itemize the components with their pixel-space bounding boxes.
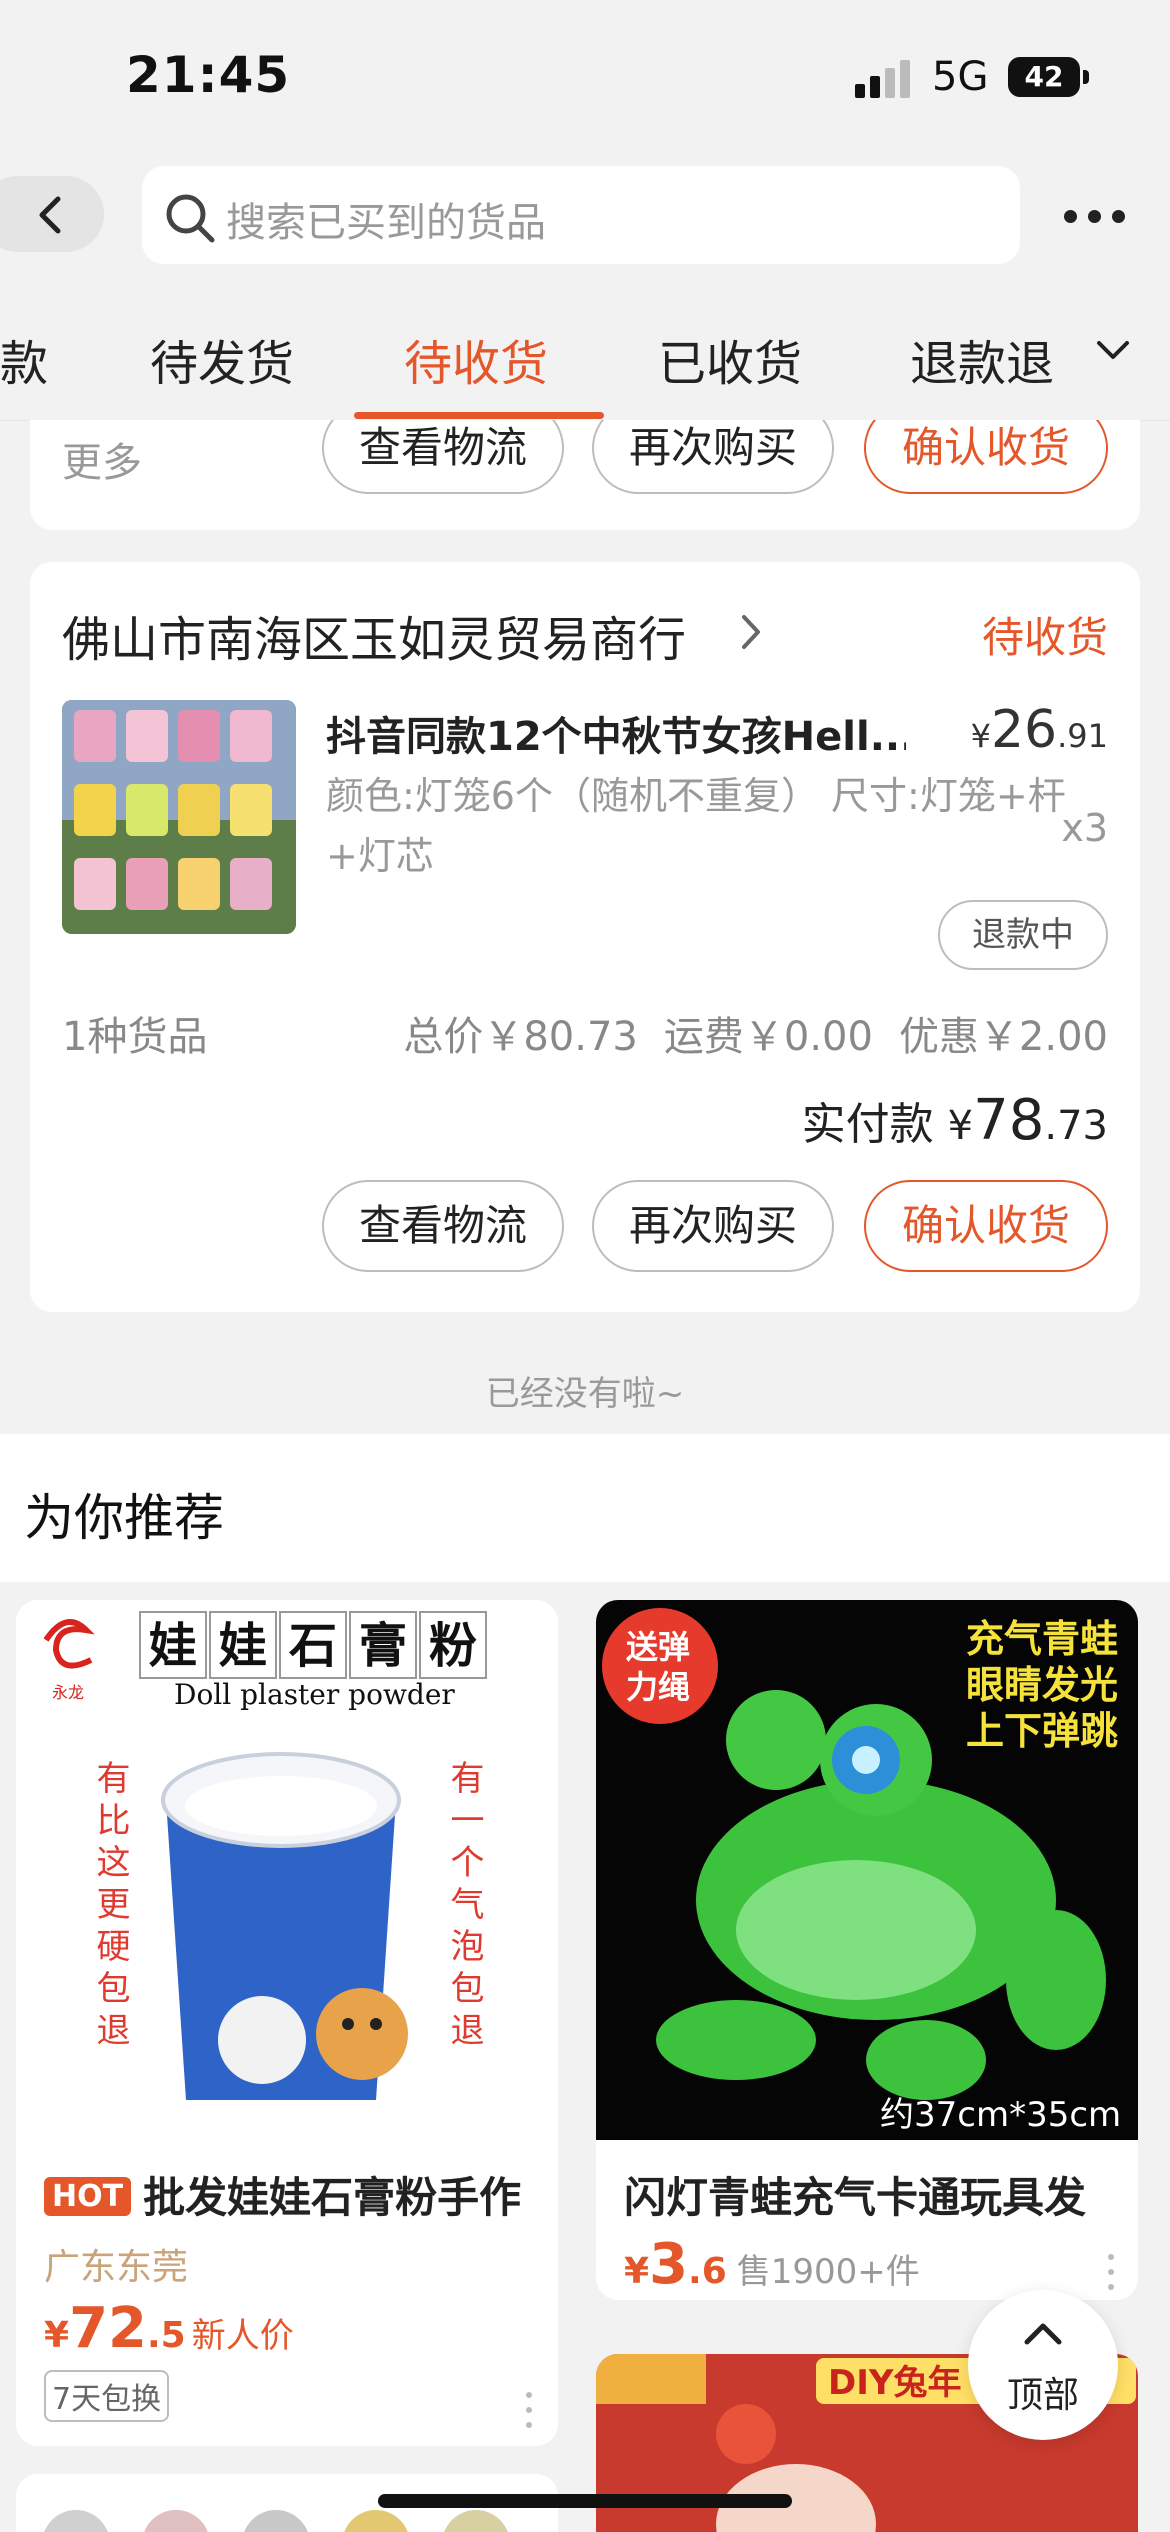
image-size-caption: 约37cm*35cm	[880, 2095, 1121, 2135]
total-price: 总价￥80.73	[403, 1014, 638, 1060]
image-caption: 上下弹跳	[966, 1709, 1118, 1753]
tab-to-receive[interactable]: 待收货	[404, 324, 548, 394]
confirm-receipt-button[interactable]: 确认收货	[864, 420, 1108, 494]
image-caption: 充气青蛙	[966, 1617, 1118, 1661]
chevron-left-icon	[39, 196, 61, 234]
more-options-icon[interactable]	[524, 2392, 534, 2432]
search-icon	[166, 194, 215, 243]
order-status: 待收货	[981, 613, 1108, 662]
image-right-slogan: 有一个气泡包退	[444, 1760, 484, 2054]
plaster-powder-image: 永龙 娃 娃 石 膏 粉 Doll plaster powder 有比这更硬包退…	[16, 1600, 558, 2140]
image-subheading: Doll plaster powder	[174, 1678, 455, 1711]
tab-received[interactable]: 已收货	[658, 324, 802, 394]
product-thumbnail[interactable]	[62, 700, 296, 934]
buy-again-button[interactable]: 再次购买	[592, 420, 834, 494]
product-price: ¥3.6 售1900+件	[624, 2232, 920, 2297]
shipping-fee: 运费￥0.00	[663, 1014, 873, 1060]
back-to-top-button[interactable]: 顶部	[968, 2290, 1118, 2440]
confirm-receipt-button[interactable]: 确认收货	[864, 1180, 1108, 1272]
image-heading-char: 娃	[219, 1618, 267, 1674]
view-logistics-button[interactable]: 查看物流	[322, 420, 564, 494]
more-options-icon[interactable]	[1106, 2254, 1116, 2294]
image-banner: DIY兔年	[828, 2363, 962, 2403]
inflatable-frog-image: 送弹 力绳 充气青蛙 眼睛发光 上下弹跳 约37cm*35cm	[596, 1600, 1138, 2140]
product-title: HOT 批发娃娃石膏粉手作	[44, 2164, 544, 2225]
product-card[interactable]: 送弹 力绳 充气青蛙 眼睛发光 上下弹跳 约37cm*35cm 闪灯青蛙充气卡通…	[596, 1600, 1138, 2300]
search-input[interactable]: 搜索已买到的货品	[142, 166, 1020, 264]
chevron-down-icon[interactable]	[1096, 340, 1130, 362]
image-heading-char: 娃	[149, 1618, 197, 1674]
store-name[interactable]: 佛山市南海区玉如灵贸易商行	[62, 600, 686, 670]
product-price: ¥26.91	[970, 700, 1108, 760]
status-time: 21:45	[126, 46, 291, 104]
tab-refund[interactable]: 退款退	[910, 324, 1054, 394]
recommend-title: 为你推荐	[24, 1489, 224, 1547]
previous-order-card: 更多 查看物流 再次购买 确认收货	[30, 420, 1140, 530]
order-totals: 总价￥80.73 运费￥0.00 优惠￥2.00	[377, 1004, 1108, 1062]
active-tab-indicator	[354, 412, 604, 419]
back-to-top-label: 顶部	[1006, 2375, 1079, 2416]
back-button[interactable]	[0, 176, 104, 252]
order-tabs: 款 待发货 待收货 已收货 退款退	[0, 290, 1170, 421]
recommend-header: 为你推荐	[0, 1434, 1170, 1582]
corner-badge-text: 力绳	[626, 1668, 690, 1706]
goods-count: 1种货品	[62, 1014, 208, 1060]
chevron-up-icon	[1024, 2323, 1062, 2345]
battery-icon: 42	[1008, 57, 1080, 97]
end-of-list-text: 已经没有啦~	[485, 1374, 685, 1414]
refund-status-badge[interactable]: 退款中	[938, 900, 1108, 970]
buy-again-button[interactable]: 再次购买	[592, 1180, 834, 1272]
new-user-price-tag: 新人价	[191, 2316, 294, 2356]
paid-amount: 实付款 ¥78.73	[801, 1088, 1108, 1153]
product-spec: 颜色:灯笼6个（随机不重复） 尺寸:灯笼+杆+灯芯	[326, 774, 1066, 878]
discount: 优惠￥2.00	[898, 1014, 1108, 1060]
tab-to-ship[interactable]: 待发货	[150, 324, 294, 394]
product-location: 广东东莞	[44, 2247, 189, 2288]
battery-tip	[1083, 70, 1089, 84]
brand-logo-caption: 永龙	[52, 1684, 84, 1702]
search-placeholder: 搜索已买到的货品	[226, 200, 546, 246]
network-type: 5G	[932, 54, 989, 100]
image-left-slogan: 有比这更硬包退	[90, 1760, 130, 2054]
view-logistics-button[interactable]: 查看物流	[322, 1180, 564, 1272]
order-card: 佛山市南海区玉如灵贸易商行 待收货 抖音同款12个中秋节女孩Hell... ¥2…	[30, 562, 1140, 1312]
product-quantity: x3	[1061, 806, 1108, 850]
product-title: 闪灯青蛙充气卡通玩具发	[624, 2173, 1087, 2222]
product-price: ¥72.5 新人价	[44, 2296, 294, 2361]
corner-badge-text: 送弹	[626, 1628, 690, 1666]
lantern-product-image	[62, 700, 296, 934]
status-bar: 21:45 5G 42	[0, 0, 1170, 150]
image-heading-char: 膏	[359, 1618, 407, 1674]
product-title[interactable]: 抖音同款12个中秋节女孩Hell...	[326, 704, 906, 762]
signal-icon	[855, 58, 915, 98]
image-heading-char: 石	[289, 1618, 337, 1674]
more-link[interactable]: 更多	[62, 430, 142, 488]
tab-all-partial[interactable]: 款	[0, 324, 48, 394]
image-heading-char: 粉	[429, 1618, 477, 1674]
image-caption: 眼睛发光	[966, 1663, 1118, 1707]
more-options-icon[interactable]	[1060, 196, 1130, 236]
chevron-right-icon	[742, 615, 760, 649]
hot-badge: HOT	[44, 2177, 132, 2216]
paid-label: 实付款	[801, 1099, 934, 1150]
sold-count: 售1900+件	[736, 2252, 920, 2292]
service-tag: 7天包换	[44, 2370, 170, 2422]
product-card[interactable]: 永龙 娃 娃 石 膏 粉 Doll plaster powder 有比这更硬包退…	[16, 1600, 558, 2446]
home-indicator[interactable]	[378, 2494, 792, 2508]
